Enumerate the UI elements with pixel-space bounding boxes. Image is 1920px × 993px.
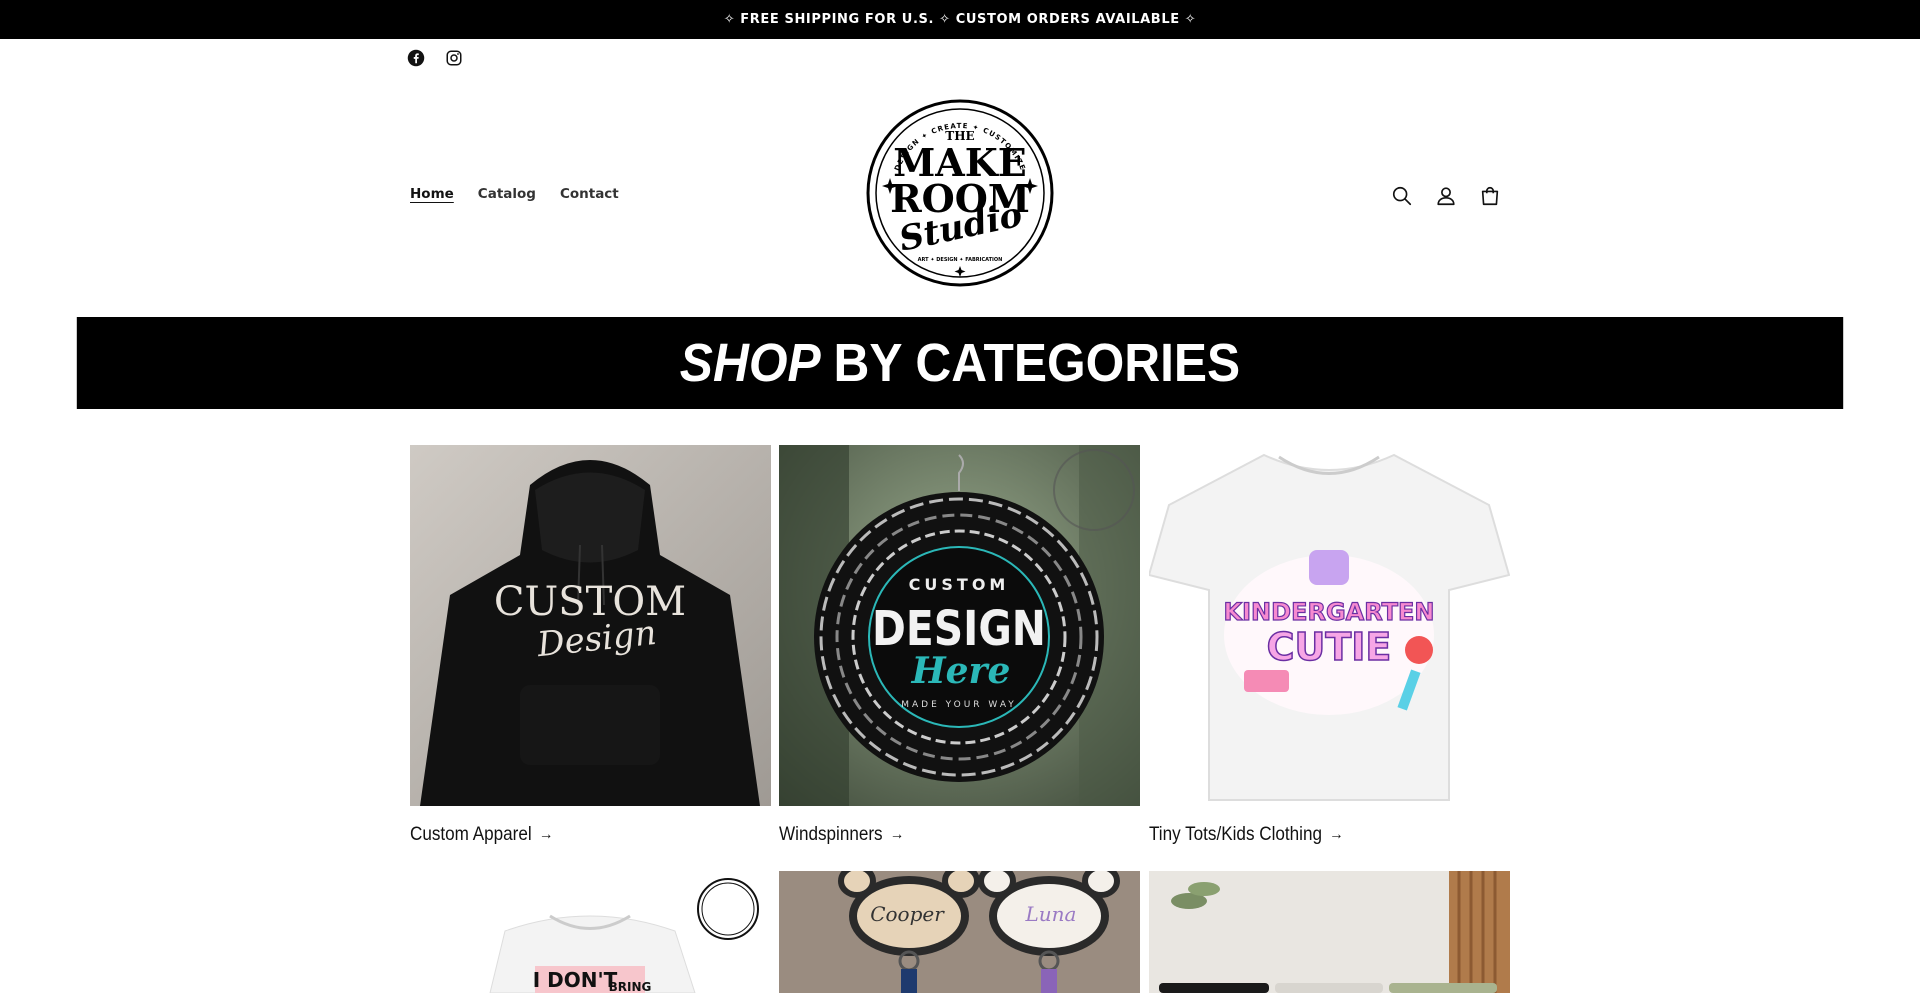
kids-text-1: KINDERGARTEN xyxy=(1224,598,1435,626)
category-label: Custom Apparel xyxy=(410,824,532,845)
arrow-right-icon: → xyxy=(1329,826,1344,843)
category-image-tshirt[interactable]: I DON'T BRING xyxy=(410,871,771,993)
row2-text-2: BRING xyxy=(609,980,652,993)
social-links xyxy=(406,48,464,68)
nav-contact[interactable]: Contact xyxy=(560,186,619,202)
account-icon[interactable] xyxy=(1434,183,1458,209)
category-image-kids-shirt[interactable]: KINDERGARTEN CUTIE xyxy=(1149,445,1510,806)
kids-text-2: CUTIE xyxy=(1267,625,1392,669)
main-nav: Home Catalog Contact xyxy=(410,186,619,202)
category-image-signs[interactable] xyxy=(1149,871,1510,993)
hoodie-text-1: CUSTOM xyxy=(494,579,686,625)
announcement-bar: ✧ FREE SHIPPING FOR U.S. ✧ CUSTOM ORDERS… xyxy=(0,0,1920,39)
category-card-row2-2[interactable]: Cooper Luna xyxy=(779,871,1140,993)
category-label: Tiny Tots/Kids Clothing xyxy=(1149,824,1322,845)
store-logo[interactable]: DESIGN ✦ CREATE ✦ CUSTOMIZE THE MAKE ROO… xyxy=(865,98,1055,288)
category-image-hoodie[interactable]: CUSTOM Design xyxy=(410,445,771,806)
categories-heading-em: SHOP xyxy=(679,333,821,393)
category-card-windspinners[interactable]: CUSTOM DESIGN Here MADE YOUR WAY Windspi… xyxy=(779,445,1140,846)
spinner-text-3: Here xyxy=(911,650,1011,692)
announcement-text: ✧ FREE SHIPPING FOR U.S. ✧ CUSTOM ORDERS… xyxy=(723,12,1197,27)
categories-heading: SHOP BY CATEGORIES xyxy=(76,317,1844,409)
search-icon[interactable] xyxy=(1390,183,1414,209)
category-label: Windspinners xyxy=(779,824,883,845)
spinner-text-1: CUSTOM xyxy=(909,575,1010,594)
category-card-row2-3[interactable] xyxy=(1149,871,1510,993)
category-link-tiny-tots[interactable]: Tiny Tots/Kids Clothing → xyxy=(1149,824,1474,846)
category-card-row2-1[interactable]: I DON'T BRING xyxy=(410,871,771,993)
spinner-text-2: DESIGN xyxy=(872,601,1046,657)
arrow-right-icon: → xyxy=(889,826,905,843)
spinner-text-4: MADE YOUR WAY xyxy=(901,700,1017,710)
logo-bottom-text: ART ✦ DESIGN ✦ FABRICATION xyxy=(918,257,1003,263)
nav-home[interactable]: Home xyxy=(410,186,454,202)
arrow-right-icon: → xyxy=(538,826,554,843)
instagram-icon[interactable] xyxy=(444,48,464,68)
row2-text-1: I DON'T xyxy=(533,968,618,992)
category-link-windspinners[interactable]: Windspinners → xyxy=(779,824,1104,846)
category-card-custom-apparel[interactable]: CUSTOM Design Custom Apparel → xyxy=(410,445,771,846)
pet-tag-name-1: Cooper xyxy=(870,902,945,926)
category-image-windspinner[interactable]: CUSTOM DESIGN Here MADE YOUR WAY xyxy=(779,445,1140,806)
category-card-tiny-tots[interactable]: KINDERGARTEN CUTIE Tiny Tots/Kids Clothi… xyxy=(1149,445,1510,846)
category-image-pet-tags[interactable]: Cooper Luna xyxy=(779,871,1140,993)
cart-icon[interactable] xyxy=(1478,183,1502,209)
categories-heading-rest: BY CATEGORIES xyxy=(833,333,1241,393)
category-link-custom-apparel[interactable]: Custom Apparel → xyxy=(410,824,735,846)
facebook-icon[interactable] xyxy=(406,48,426,68)
pet-tag-name-2: Luna xyxy=(1025,902,1077,926)
header-actions xyxy=(1390,183,1502,209)
nav-catalog[interactable]: Catalog xyxy=(478,186,536,202)
